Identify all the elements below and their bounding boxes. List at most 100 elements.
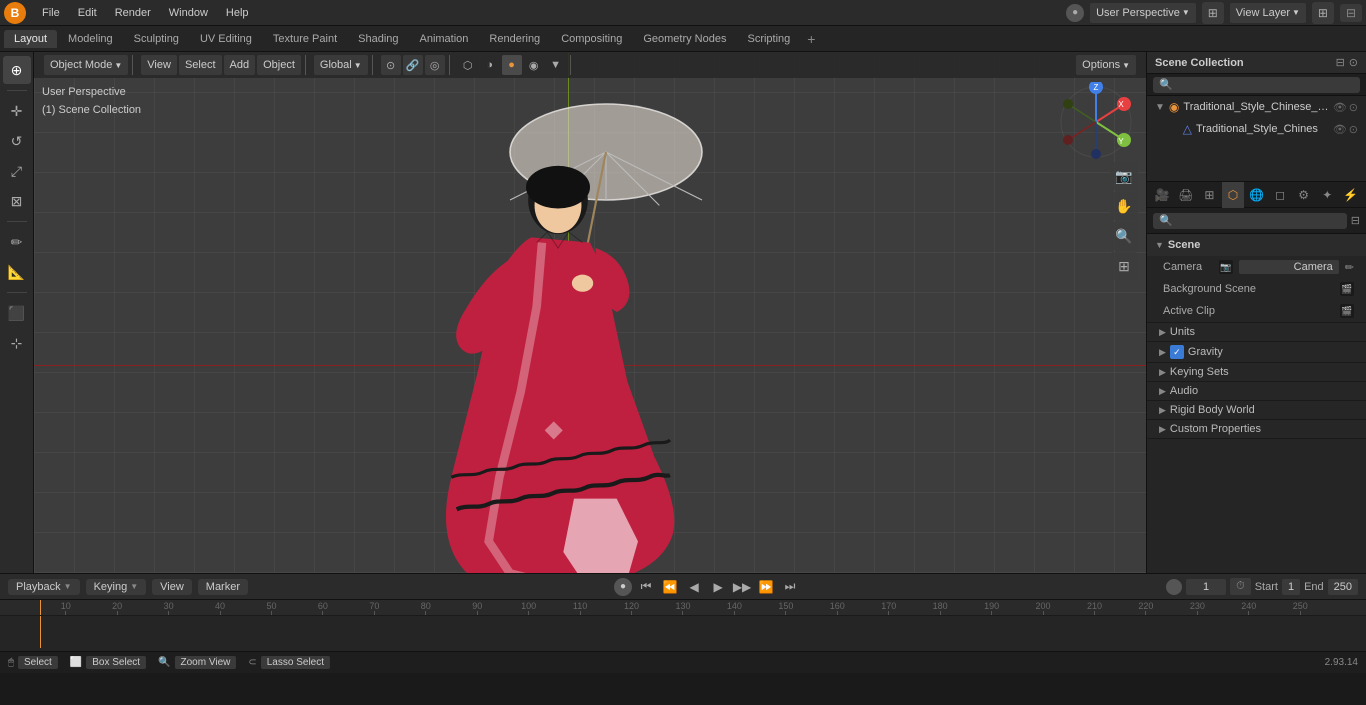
outliner-filter-btn[interactable]: ⊟: [1336, 56, 1345, 69]
props-render-icon-btn[interactable]: 🎥: [1151, 182, 1174, 208]
measure-tool[interactable]: 📐: [3, 258, 31, 286]
tab-modeling[interactable]: Modeling: [58, 30, 123, 48]
extra-tool[interactable]: ⊹: [3, 329, 31, 357]
frame-picker-btn[interactable]: [1166, 579, 1182, 595]
keying-sets-header[interactable]: ▶ Keying Sets: [1147, 363, 1366, 381]
next-frame-btn[interactable]: ▶▶: [732, 577, 752, 597]
audio-header[interactable]: ▶ Audio: [1147, 382, 1366, 400]
tab-animation[interactable]: Animation: [410, 30, 479, 48]
outliner-item-1[interactable]: ▶ △ Traditional_Style_Chines 👁 ⊙: [1147, 118, 1366, 140]
jump-start-btn[interactable]: ⏮: [636, 577, 656, 597]
fps-btn[interactable]: ⏱: [1230, 578, 1251, 595]
filter-btn[interactable]: ⊟: [1340, 4, 1362, 22]
add-workspace-btn[interactable]: +: [801, 29, 821, 49]
cursor-tool[interactable]: ⊕: [3, 56, 31, 84]
snapping-btn[interactable]: 🔗: [403, 55, 423, 75]
timeline-view-btn[interactable]: View: [152, 579, 192, 595]
transform-tool[interactable]: ⊠: [3, 187, 31, 215]
play-btn[interactable]: ●: [614, 578, 632, 596]
props-world-icon-btn[interactable]: 🌐: [1245, 182, 1268, 208]
zoom-btn[interactable]: 🔍: [1110, 222, 1138, 250]
timeline-ruler[interactable]: 1020304050607080901001101201301401501601…: [0, 600, 1366, 616]
tab-texture-paint[interactable]: Texture Paint: [263, 30, 347, 48]
viewport-shading-render[interactable]: ◉: [524, 55, 544, 75]
viewport[interactable]: Object Mode ▼ View Select Add Object: [34, 52, 1146, 573]
props-output-icon-btn[interactable]: 🖨: [1175, 182, 1198, 208]
play-pause-btn[interactable]: ▶: [708, 577, 728, 597]
add-cube-tool[interactable]: ⬛: [3, 299, 31, 327]
start-frame-input[interactable]: 1: [1282, 579, 1300, 595]
playback-btn[interactable]: Playback ▼: [8, 579, 80, 595]
props-particles-icon-btn[interactable]: ✦: [1316, 182, 1339, 208]
rotate-tool[interactable]: ↺: [3, 127, 31, 155]
scene-section-header[interactable]: ▼ Scene: [1147, 234, 1366, 256]
outliner-item-0[interactable]: ▼ ◉ Traditional_Style_Chinese_Yo 👁 ⊙: [1147, 96, 1366, 118]
keying-btn[interactable]: Keying ▼: [86, 579, 147, 595]
lasso-select-label[interactable]: Lasso Select: [261, 656, 330, 669]
box-select-label[interactable]: Box Select: [86, 656, 146, 669]
proportional-btn[interactable]: ◎: [425, 55, 445, 75]
viewport-shading-wire[interactable]: ⬡: [458, 55, 478, 75]
select-label[interactable]: Select: [18, 656, 58, 669]
camera-value[interactable]: Camera: [1239, 260, 1339, 274]
transform-orientation-btn[interactable]: Global ▼: [314, 55, 368, 75]
bg-scene-icon-btn[interactable]: 🎬: [1340, 282, 1354, 296]
props-physics-icon-btn[interactable]: ⚡: [1340, 182, 1363, 208]
next-keyframe-btn[interactable]: ⏩: [756, 577, 776, 597]
tab-sculpting[interactable]: Sculpting: [124, 30, 189, 48]
tab-shading[interactable]: Shading: [348, 30, 408, 48]
camera-edit-btn[interactable]: ✏: [1345, 261, 1354, 274]
outliner-render-icon-1[interactable]: ⊙: [1349, 123, 1358, 136]
marker-btn[interactable]: Marker: [198, 579, 248, 595]
custom-props-header[interactable]: ▶ Custom Properties: [1147, 420, 1366, 438]
outliner-sync-btn[interactable]: ⊙: [1349, 56, 1358, 69]
object-menu-btn[interactable]: Object: [257, 55, 301, 75]
shading-options-btn[interactable]: ▼: [546, 55, 566, 75]
tab-geometry-nodes[interactable]: Geometry Nodes: [633, 30, 736, 48]
viewport-gizmo[interactable]: X Y Z: [1056, 82, 1136, 162]
prev-keyframe-btn[interactable]: ⏪: [660, 577, 680, 597]
menu-edit[interactable]: Edit: [70, 5, 105, 21]
outliner-vis-icon-1[interactable]: 👁: [1333, 123, 1347, 136]
current-frame-display[interactable]: 1: [1186, 579, 1226, 595]
camera-view-btn[interactable]: 📷: [1110, 162, 1138, 190]
view-menu-btn[interactable]: View: [141, 55, 177, 75]
menu-file[interactable]: File: [34, 5, 68, 21]
tab-rendering[interactable]: Rendering: [479, 30, 550, 48]
menu-render[interactable]: Render: [107, 5, 159, 21]
tab-layout[interactable]: Layout: [4, 30, 57, 48]
scene-selector[interactable]: User Perspective ▼: [1090, 3, 1196, 23]
outliner-search-input[interactable]: [1153, 77, 1360, 93]
outliner-render-icon-0[interactable]: ⊙: [1349, 101, 1358, 114]
add-menu-btn[interactable]: Add: [224, 55, 256, 75]
timeline-track[interactable]: [0, 616, 1366, 648]
scene-options-btn[interactable]: ⊞: [1202, 2, 1224, 24]
scale-tool[interactable]: ⤢: [3, 157, 31, 185]
view-layer-selector[interactable]: View Layer ▼: [1230, 3, 1306, 23]
gravity-header[interactable]: ▶ ✓ Gravity: [1147, 342, 1366, 362]
tab-scripting[interactable]: Scripting: [737, 30, 800, 48]
rigid-body-header[interactable]: ▶ Rigid Body World: [1147, 401, 1366, 419]
local-view-btn[interactable]: ⊞: [1110, 252, 1138, 280]
menu-help[interactable]: Help: [218, 5, 257, 21]
props-view-layer-icon-btn[interactable]: ⊞: [1198, 182, 1221, 208]
active-clip-icon-btn[interactable]: 🎬: [1340, 304, 1354, 318]
options-btn[interactable]: Options ▼: [1076, 55, 1136, 75]
zoom-view-label[interactable]: Zoom View: [175, 656, 237, 669]
annotate-tool[interactable]: ✏: [3, 228, 31, 256]
end-frame-input[interactable]: 250: [1328, 579, 1358, 595]
menu-window[interactable]: Window: [161, 5, 216, 21]
units-header[interactable]: ▶ Units: [1147, 323, 1366, 341]
move-tool[interactable]: ✛: [3, 97, 31, 125]
tab-compositing[interactable]: Compositing: [551, 30, 632, 48]
props-filter-icon[interactable]: ⊟: [1351, 214, 1360, 227]
properties-search-input[interactable]: [1153, 213, 1347, 229]
pivot-point-btn[interactable]: ⊙: [381, 55, 401, 75]
hand-tool-btn[interactable]: ✋: [1110, 192, 1138, 220]
tab-uv-editing[interactable]: UV Editing: [190, 30, 262, 48]
select-menu-btn[interactable]: Select: [179, 55, 222, 75]
viewport-shading-solid[interactable]: ◑: [480, 55, 500, 75]
object-mode-btn[interactable]: Object Mode ▼: [44, 55, 128, 75]
props-modifier-icon-btn[interactable]: ⚙: [1292, 182, 1315, 208]
prev-frame-btn[interactable]: ◀: [684, 577, 704, 597]
